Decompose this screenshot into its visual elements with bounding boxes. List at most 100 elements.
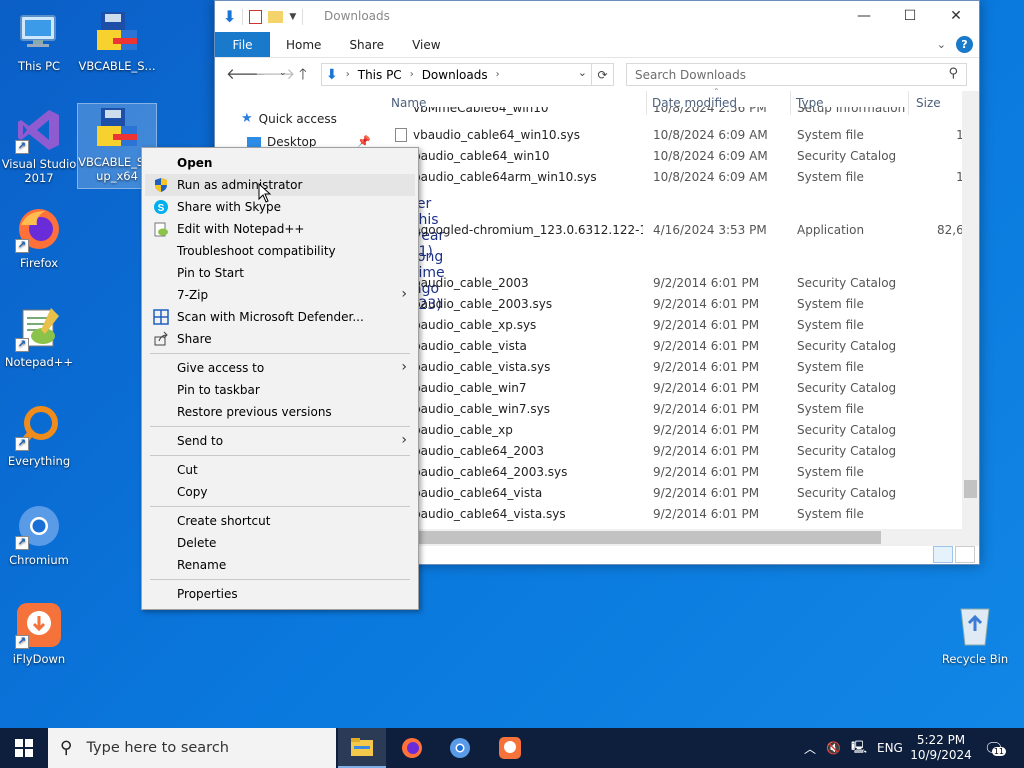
minimize-button[interactable]: — [841,1,887,31]
forward-button[interactable]: 🡒 [255,64,295,83]
shortcut-arrow-icon: ↗ [15,536,29,550]
taskbar-chromium[interactable] [436,728,484,768]
large-icons-view-button[interactable] [955,546,975,563]
details-view-button[interactable] [933,546,953,563]
file-name: baudio_cable64_2003.sys [413,465,568,479]
table-row[interactable]: baudio_cable64_win10 10/8/2024 6:09 AM S… [387,146,979,167]
table-row[interactable]: baudio_cable64arm_win10.sys 10/8/2024 6:… [387,167,979,188]
menu-label: Scan with Microsoft Defender... [177,310,364,324]
file-type: Security Catalog [797,149,897,163]
search-input[interactable]: Search Downloads ⚲ [626,63,967,86]
breadcrumb-this-pc[interactable]: This PC [358,68,402,82]
file-name: baudio_cable_2003 [413,276,529,290]
file-name: baudio_cable64_2003 [413,444,544,458]
table-row[interactable]: baudio_cable_xp.sys 9/2/2014 6:01 PM Syste… [387,315,979,336]
table-row[interactable]: baudio_cable_vista.sys 9/2/2014 6:01 PM Sy… [387,357,979,378]
menu-item-7zip[interactable]: 7-Zip › [145,284,415,306]
address-box[interactable]: ⬇ › This PC › Downloads › ⌄ ⟳ [321,63,614,86]
desktop-icon-firefox[interactable]: ↗ Firefox [0,205,78,270]
menu-item-scan-with-defender[interactable]: Scan with Microsoft Defender... [145,306,415,328]
file-date: 9/2/2014 6:01 PM [653,444,760,458]
refresh-button[interactable]: ⟳ [591,64,613,85]
close-button[interactable]: ✕ [933,1,979,31]
taskbar-iflydown[interactable] [486,728,534,768]
scrollbar-thumb[interactable] [391,531,881,544]
breadcrumb-downloads[interactable]: Downloads [422,68,488,82]
menu-item-give-access-to[interactable]: Give access to › [145,357,415,379]
chevron-down-icon[interactable]: ▼ [289,12,296,22]
network-icon[interactable]: 🖳 [851,738,867,759]
desktop-icon-vbcable-setup[interactable]: VBCABLE_S... [78,8,156,73]
desktop-icon-iflydown[interactable]: ↗ iFlyDown [0,601,78,666]
desktop-icon-chromium[interactable]: ↗ Chromium [0,502,78,567]
tab-view[interactable]: View [398,32,454,57]
title-bar[interactable]: ⬇ ▼ Downloads — ☐ ✕ [215,1,979,32]
vertical-scrollbar[interactable] [962,91,979,546]
taskbar-file-explorer[interactable] [338,728,386,768]
desktop-icon-this-pc[interactable]: This PC [0,8,78,73]
table-row[interactable]: baudio_cable64_vista.sys 9/2/2014 6:01 PM… [387,504,979,525]
maximize-button[interactable]: ☐ [887,1,933,31]
table-row[interactable]: baudio_cable_2003.sys 9/2/2014 6:01 PM Sys… [387,294,979,315]
tab-share[interactable]: Share [335,32,398,57]
table-row[interactable]: ngoogled-chromium_123.0.6312.122-1.... 4… [387,220,979,241]
menu-item-rename[interactable]: Rename [145,554,415,576]
table-row[interactable]: baudio_cable64_2003 9/2/2014 6:01 PM Secur… [387,441,979,462]
expand-ribbon-icon[interactable]: ⌄ [937,38,946,51]
desktop-icon-everything[interactable]: ↗ Everything [0,403,78,468]
address-dropdown-icon[interactable]: ⌄ [578,66,587,79]
desktop-icon-visual-studio[interactable]: ↗ Visual Studio 2017 [0,106,78,185]
menu-item-copy[interactable]: Copy [145,481,415,503]
desktop-icon-recycle-bin[interactable]: Recycle Bin [936,601,1014,666]
properties-icon[interactable] [249,9,263,24]
taskbar-firefox[interactable] [388,728,436,768]
breadcrumb-separator-icon[interactable]: › [346,69,350,80]
menu-item-cut[interactable]: Cut [145,459,415,481]
menu-item-open[interactable]: Open [145,152,415,174]
input-language[interactable]: ENG [877,741,903,755]
show-hidden-icons-chevron-icon[interactable]: ︿ [804,740,816,757]
menu-item-send-to[interactable]: Send to › [145,430,415,452]
table-row[interactable]: vbMmeCable64_win10 10/8/2024 2:56 PM Set… [387,107,979,120]
help-button[interactable]: ? [956,36,973,53]
horizontal-scrollbar[interactable] [387,529,962,546]
menu-item-run-as-administrator[interactable]: Run as administrator [145,174,415,196]
nav-quick-access[interactable]: ★ Quick access [241,111,337,126]
table-row[interactable]: baudio_cable_xp 9/2/2014 6:01 PM Security … [387,420,979,441]
table-row[interactable]: baudio_cable_win7 9/2/2014 6:01 PM Securit… [387,378,979,399]
taskbar-search-box[interactable]: ⚲ Type here to search [48,728,336,768]
breadcrumb-separator-icon[interactable]: › [410,69,414,80]
clock[interactable]: 5:22 PM 10/9/2024 [910,728,972,768]
menu-item-edit-with-notepadpp[interactable]: Edit with Notepad++ [145,218,415,240]
menu-item-create-shortcut[interactable]: Create shortcut [145,510,415,532]
recent-locations-icon[interactable]: ⌄ [279,68,287,78]
menu-item-troubleshoot-compatibility[interactable]: Troubleshoot compatibility [145,240,415,262]
sort-indicator-icon: ⌃ [713,87,720,96]
file-list[interactable]: Name ⌃ Date modified Type Size vbMmeCabl… [387,87,979,564]
table-row[interactable]: baudio_cable64_vista 9/2/2014 6:01 PM Secu… [387,483,979,504]
tab-home[interactable]: Home [270,32,335,57]
menu-item-delete[interactable]: Delete [145,532,415,554]
menu-item-share[interactable]: Share [145,328,415,350]
file-name: baudio_cable_vista [413,339,527,353]
menu-item-restore-previous-versions[interactable]: Restore previous versions [145,401,415,423]
volume-muted-icon[interactable]: 🔇 [826,741,841,755]
breadcrumb-separator-icon[interactable]: › [496,69,500,80]
table-row[interactable]: baudio_cable64_2003.sys 9/2/2014 6:01 PM S… [387,462,979,483]
tab-file[interactable]: File [215,32,270,57]
notification-center-button[interactable]: 🗨 11 [980,728,1008,768]
scrollbar-thumb[interactable] [964,480,977,498]
new-folder-icon[interactable] [268,10,284,23]
table-row[interactable]: baudio_cable_2003 9/2/2014 6:01 PM Securit… [387,273,979,294]
up-button[interactable]: 🡑 [299,64,307,89]
menu-item-properties[interactable]: Properties [145,583,415,605]
start-button[interactable] [0,728,48,768]
notification-count: 11 [991,746,1007,756]
menu-item-pin-to-taskbar[interactable]: Pin to taskbar [145,379,415,401]
table-row[interactable]: vbaudio_cable64_win10.sys 10/8/2024 6:09… [387,125,979,146]
table-row[interactable]: baudio_cable_win7.sys 9/2/2014 6:01 PM Sys… [387,399,979,420]
desktop-icon-notepadpp[interactable]: ↗ Notepad++ [0,304,78,369]
menu-item-pin-to-start[interactable]: Pin to Start [145,262,415,284]
table-row[interactable]: baudio_cable_vista 9/2/2014 6:01 PM Securi… [387,336,979,357]
menu-item-share-with-skype[interactable]: S Share with Skype [145,196,415,218]
